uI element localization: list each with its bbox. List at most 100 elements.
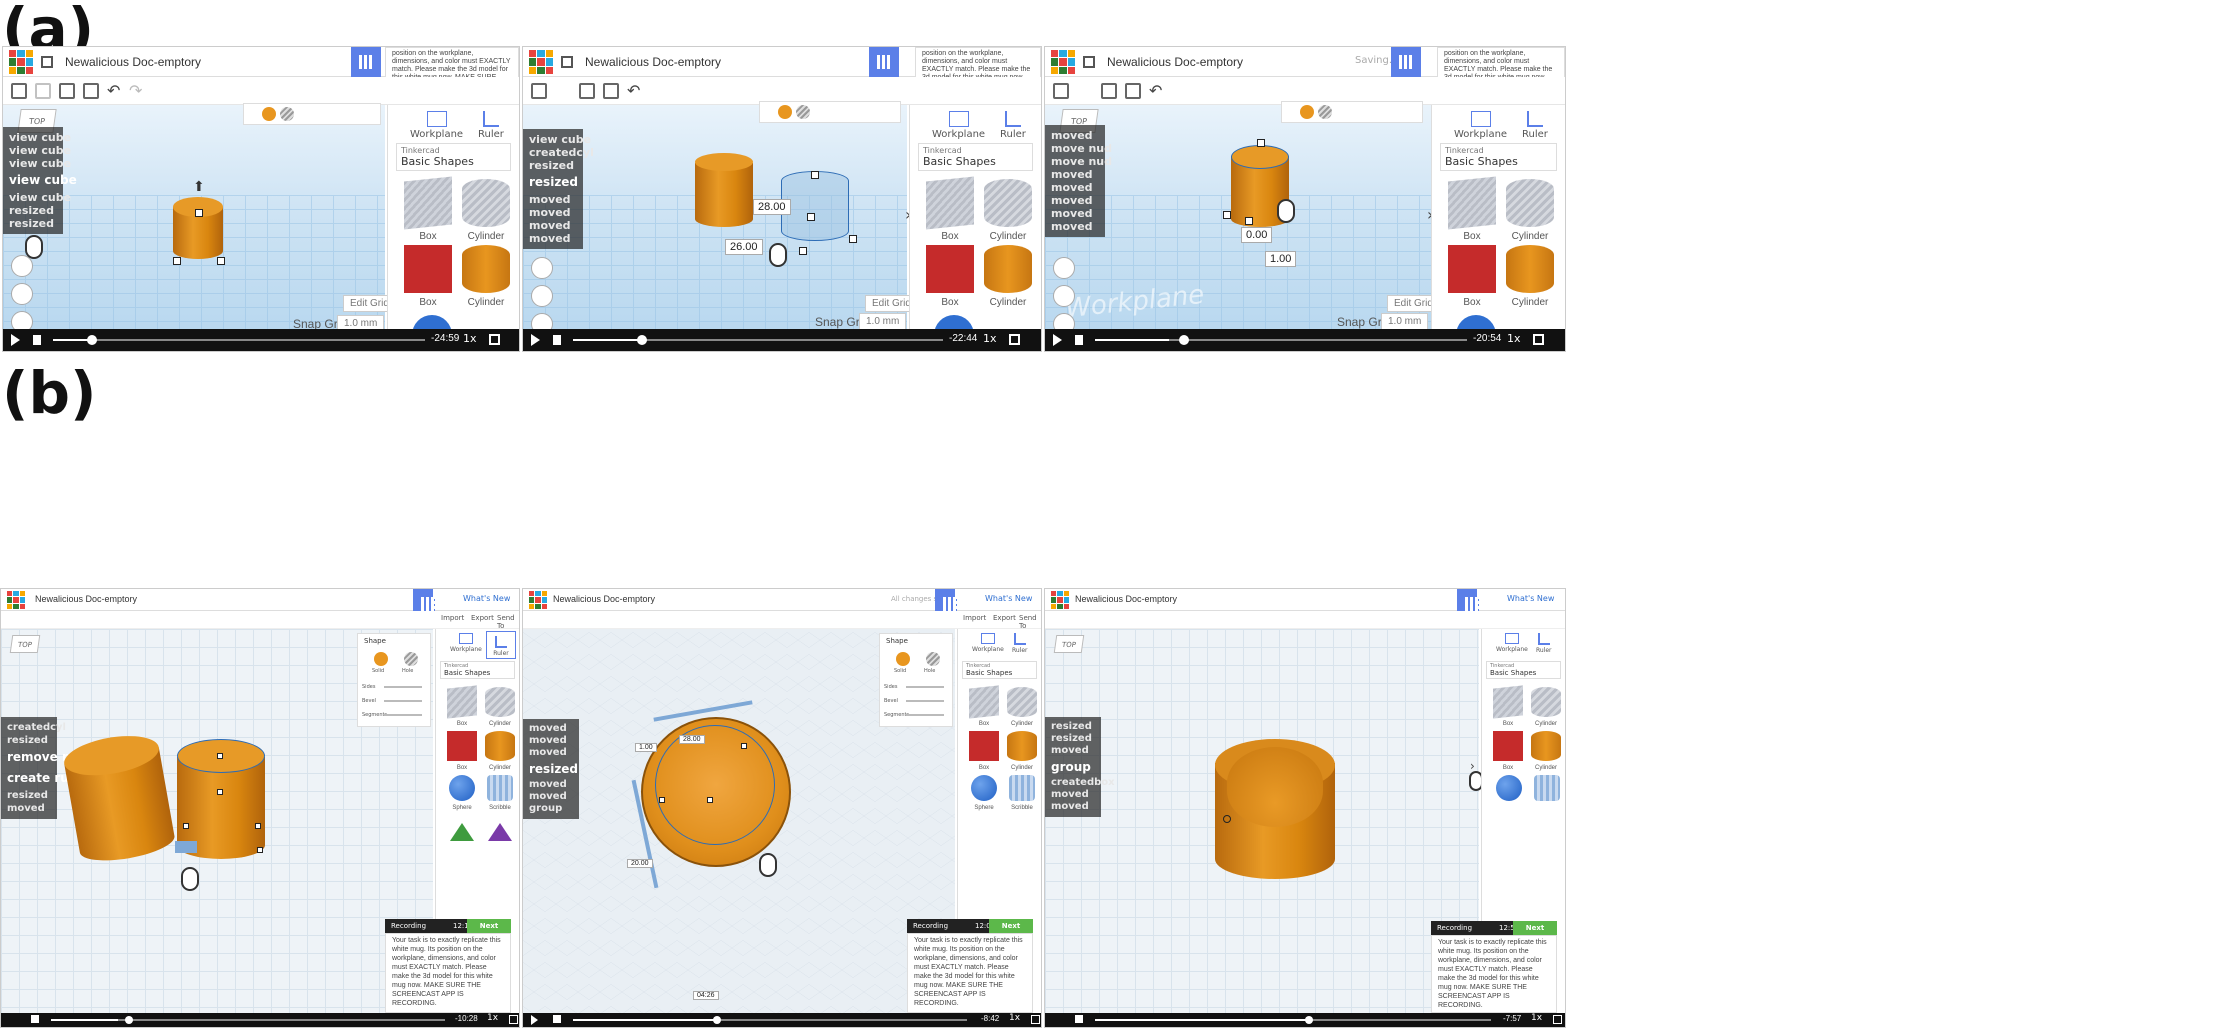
shape-cylinder-orange[interactable]: Cylinder — [1528, 731, 1564, 771]
shape-cylinder-orange[interactable]: Cylinder — [482, 731, 518, 771]
shape-cylinder-gray[interactable]: Cylinder — [1528, 687, 1564, 727]
seek-knob[interactable] — [87, 335, 97, 345]
grid-view-icon[interactable] — [935, 589, 957, 611]
shape-cylinder-gray[interactable]: Cylinder — [1004, 687, 1040, 727]
resize-handle[interactable] — [1223, 211, 1231, 219]
pyramid-icon[interactable] — [488, 823, 512, 841]
grid-view-icon[interactable] — [413, 589, 435, 611]
resize-handle[interactable] — [707, 797, 713, 803]
fullscreen-icon[interactable] — [1533, 334, 1544, 345]
shape-cylinder-gray[interactable]: Cylinder — [982, 179, 1034, 242]
document-title[interactable]: Newalicious Doc-emptory — [1107, 55, 1243, 69]
playback-speed[interactable]: 1x — [1009, 1013, 1020, 1023]
play-icon[interactable] — [11, 334, 20, 346]
playback-speed[interactable]: 1x — [1531, 1013, 1542, 1023]
view-cube[interactable]: TOP — [1053, 635, 1085, 653]
fullscreen-icon[interactable] — [1009, 334, 1020, 345]
shape-scribble[interactable]: Scribble — [482, 775, 518, 811]
send-to-button[interactable]: Send To — [1019, 614, 1041, 630]
seek-bar[interactable] — [53, 335, 425, 345]
shape-box-red[interactable]: Box — [966, 731, 1002, 771]
scribble-icon[interactable] — [1534, 775, 1560, 801]
next-button[interactable]: Next — [467, 919, 511, 933]
seek-knob[interactable] — [713, 1016, 721, 1024]
hole-swatch[interactable] — [796, 105, 810, 119]
resize-handle[interactable] — [1245, 217, 1253, 225]
whats-new-link[interactable]: What's New — [985, 594, 1032, 603]
library-select[interactable]: Tinkercad Basic Shapes — [1440, 143, 1557, 171]
seek-knob[interactable] — [1305, 1016, 1313, 1024]
hole-swatch[interactable] — [926, 652, 940, 666]
snap-grid-select[interactable]: 1.0 mm — [1381, 313, 1429, 330]
ruler-marker[interactable] — [175, 841, 197, 853]
export-button[interactable]: Export — [471, 614, 494, 622]
roof-icon[interactable] — [450, 823, 474, 841]
play-icon[interactable] — [1053, 334, 1062, 346]
seek-bar[interactable] — [1095, 335, 1467, 345]
document-title[interactable]: Newalicious Doc-emptory — [35, 594, 137, 604]
fullscreen-icon[interactable] — [509, 1015, 518, 1024]
shape-box-gray[interactable]: Box — [444, 685, 480, 727]
undo-icon[interactable]: ↶ — [1149, 81, 1162, 100]
hole-swatch[interactable] — [280, 107, 294, 121]
solid-color-swatch[interactable] — [778, 105, 792, 119]
resize-handle[interactable] — [195, 209, 203, 217]
copy-icon[interactable] — [531, 83, 547, 99]
shape-sphere[interactable]: Sphere — [966, 775, 1002, 811]
redo-icon[interactable]: ↷ — [129, 81, 142, 100]
document-title[interactable]: Newalicious Doc-emptory — [585, 55, 721, 69]
resize-handle[interactable] — [255, 823, 261, 829]
solid-color-swatch[interactable] — [896, 652, 910, 666]
rotate-handle[interactable] — [1223, 815, 1231, 823]
shape-box-red[interactable]: Box — [924, 245, 976, 308]
zoom-in-icon[interactable] — [1053, 257, 1075, 279]
sphere-icon[interactable] — [1496, 775, 1522, 801]
workplane-tool[interactable]: Workplane — [932, 111, 985, 140]
delete-icon[interactable] — [1125, 83, 1141, 99]
library-select[interactable]: Tinkercad Basic Shapes — [396, 143, 511, 171]
mug-shape[interactable] — [1215, 739, 1335, 879]
export-button[interactable]: Export — [993, 614, 1016, 622]
segments-slider[interactable] — [384, 714, 422, 716]
import-button[interactable]: Import — [963, 614, 986, 622]
undo-icon[interactable]: ↶ — [107, 81, 120, 100]
dimension-ruler-1[interactable]: 1.00 — [635, 743, 657, 752]
duplicate-icon[interactable] — [59, 83, 75, 99]
library-select[interactable]: Tinkercad Basic Shapes — [918, 143, 1033, 171]
document-title[interactable]: Newalicious Doc-emptory — [553, 594, 655, 604]
shape-cylinder-orange[interactable]: Cylinder — [1504, 245, 1556, 308]
shape-scribble[interactable]: Scribble — [1004, 775, 1040, 811]
segments-slider[interactable] — [906, 714, 944, 716]
duplicate-icon[interactable] — [579, 83, 595, 99]
resize-handle[interactable] — [217, 789, 223, 795]
playback-speed[interactable]: 1x — [1507, 332, 1521, 345]
dimension-ruler-3[interactable]: 20.00 — [627, 859, 653, 868]
solid-color-swatch[interactable] — [374, 652, 388, 666]
design-list-icon[interactable] — [41, 56, 53, 68]
volume-icon[interactable] — [33, 335, 41, 345]
shape-box-gray[interactable]: Box — [966, 685, 1002, 727]
dimension-depth[interactable]: 26.00 — [725, 239, 763, 255]
dimension-ruler-2[interactable]: 28.00 — [679, 735, 705, 744]
shape-cylinder-orange[interactable]: Cylinder — [982, 245, 1034, 308]
play-icon[interactable] — [531, 1015, 538, 1025]
whats-new-link[interactable]: What's New — [1507, 594, 1554, 603]
zoom-out-icon[interactable] — [1053, 285, 1075, 307]
seek-knob[interactable] — [637, 335, 647, 345]
shape-sphere[interactable]: Sphere — [444, 775, 480, 811]
snap-grid-select[interactable]: 1.0 mm — [859, 313, 907, 330]
shape-cylinder-orange[interactable]: Cylinder — [1004, 731, 1040, 771]
zoom-in-icon[interactable] — [531, 257, 553, 279]
volume-icon[interactable] — [553, 335, 561, 345]
bevel-slider[interactable] — [384, 700, 422, 702]
workplane-tool[interactable]: Workplane — [410, 111, 463, 140]
shape-cylinder-gray[interactable]: Cylinder — [460, 179, 512, 242]
ruler-tool[interactable]: Ruler — [1012, 633, 1028, 654]
dimension-height[interactable]: 1.00 — [1265, 251, 1297, 267]
cylinder-shape[interactable] — [695, 153, 753, 227]
workplane-tool[interactable]: Workplane — [1454, 111, 1507, 140]
grid-view-icon[interactable] — [351, 47, 381, 77]
view-cube[interactable]: TOP — [9, 635, 41, 653]
grid-view-icon[interactable] — [1457, 589, 1479, 611]
library-select[interactable]: Tinkercad Basic Shapes — [962, 661, 1037, 679]
